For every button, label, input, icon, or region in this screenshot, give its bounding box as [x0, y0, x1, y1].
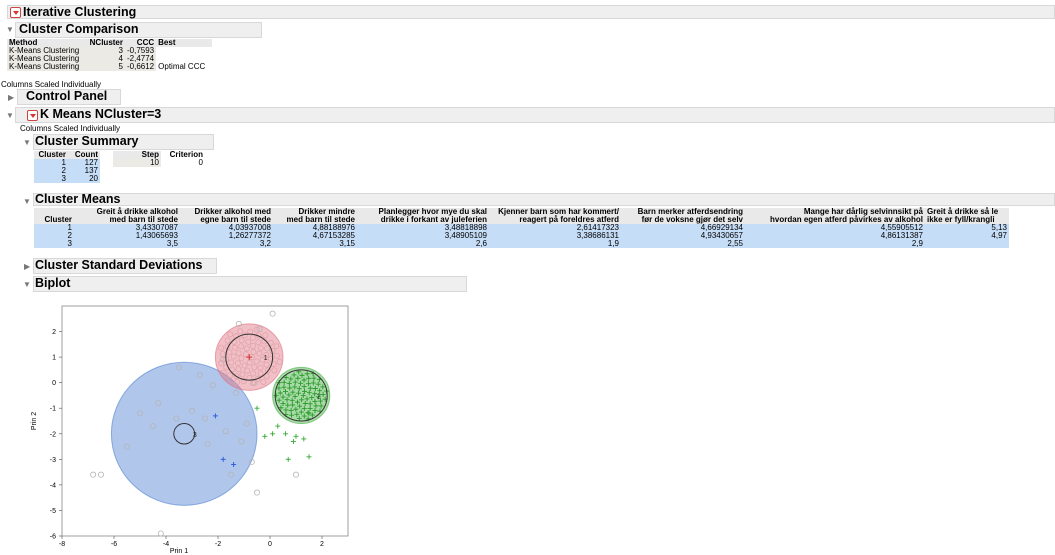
col-cluster: Cluster	[34, 208, 74, 224]
x-tick-label: 0	[268, 541, 272, 548]
x-axis-label: Prin 1	[170, 548, 188, 555]
report-menu-button[interactable]	[10, 7, 21, 18]
cluster-means-title: Cluster Means	[35, 192, 121, 206]
biplot-header[interactable]	[33, 276, 467, 292]
col-header: Barn merker atferdsendring før de voksne …	[621, 208, 745, 224]
cell: 3,38686131	[489, 232, 621, 240]
cell: 4,93430657	[621, 232, 745, 240]
kmeans-title: K Means NCluster=3	[40, 107, 162, 121]
cluster-comparison-title: Cluster Comparison	[19, 22, 139, 36]
x-tick-label: -8	[59, 541, 65, 548]
y-tick-label: 1	[52, 355, 56, 362]
x-tick-label: -4	[163, 541, 169, 548]
cell	[156, 47, 213, 55]
disclosure-open-icon[interactable]: ▼	[23, 280, 31, 289]
cluster-means-table: Cluster Greit å drikke alkohol med barn t…	[34, 208, 1009, 248]
biplot-title: Biplot	[35, 276, 71, 290]
cluster-summary-title: Cluster Summary	[35, 134, 139, 148]
biplot-chart: 123 -8 -6 -4 -2 0 2-6-5-4-3-2-1012 Prin 1 Pri…	[31, 305, 349, 555]
col-header: Greit å drikke så le ikke er fyll/krangli	[925, 208, 1009, 224]
col-header: Planlegger hvor mye du skal drikke i fork…	[357, 208, 489, 224]
cell: 3,15	[273, 240, 357, 248]
x-tick-label: -2	[215, 541, 221, 548]
cell: 0	[198, 158, 203, 167]
cell: 10	[113, 159, 161, 167]
report-header	[7, 5, 1055, 19]
cluster-label: 3	[193, 432, 197, 439]
cluster-means-header[interactable]	[33, 193, 1055, 206]
kmeans-scaled-note: Columns Scaled Individually	[20, 124, 121, 133]
cell: 1,43065693	[74, 232, 180, 240]
disclosure-open-icon[interactable]: ▼	[23, 197, 31, 206]
columns-scaled-note: Columns Scaled Individually	[1, 80, 102, 89]
y-tick-label: -6	[50, 534, 56, 541]
x-tick-label: 2	[320, 541, 324, 548]
cell: 3,2	[180, 240, 273, 248]
cell: 4,97	[925, 232, 1009, 240]
cluster-comparison-table: Method NCluster CCC Best K-Means Cluster…	[7, 39, 213, 71]
cell: -0,6612	[125, 62, 157, 71]
y-tick-label: -2	[50, 431, 56, 438]
cell: 3	[34, 175, 68, 183]
table-row: 2 1,43065693 1,26277372 4,67153285 3,489…	[34, 232, 1009, 240]
col-best: Best	[156, 39, 213, 47]
cell	[925, 240, 1009, 248]
y-tick-label: 0	[52, 380, 56, 387]
cell: 2,6	[357, 240, 489, 248]
col-header: Kjenner barn som har kommert/reagert på …	[489, 208, 621, 224]
table-row: 3 20	[34, 175, 100, 183]
header-line: ikke er fyll/krangli	[927, 215, 995, 224]
cell: K-Means Clustering	[7, 63, 85, 71]
control-panel-title: Control Panel	[26, 89, 108, 103]
col-header: Drikker mindre med barn til stede	[273, 208, 357, 224]
cell: 3	[34, 240, 74, 248]
cell: 5	[85, 63, 125, 71]
disclosure-open-icon[interactable]: ▼	[6, 111, 14, 120]
y-tick-label: -1	[50, 406, 56, 413]
disclosure-open-icon[interactable]: ▼	[23, 138, 31, 147]
cluster-std-title: Cluster Standard Deviations	[35, 258, 203, 272]
y-tick-label: -5	[50, 508, 56, 515]
table-row: 1 3,43307087 4,03937008 4,88188976 3,488…	[34, 224, 1009, 232]
table-row: 3 3,5 3,2 3,15 2,6 1,9 2,55 2,9	[34, 240, 1009, 248]
y-tick-label: 2	[52, 329, 56, 336]
cell: 3,5	[74, 240, 180, 248]
y-tick-label: -3	[50, 457, 56, 464]
y-tick-label: -4	[50, 482, 56, 489]
col-header: Drikker alkohol med egne barn til stede	[180, 208, 273, 224]
col-header: Greit å drikke alkohol med barn til stede	[74, 208, 180, 224]
kmeans-header	[15, 107, 1055, 123]
col-header: Mange har dårlig selvinnsikt på hvordan e…	[745, 208, 925, 224]
disclosure-closed-icon[interactable]: ▶	[8, 93, 14, 102]
table-row: 10 0	[113, 159, 205, 167]
cell: 4,86131387	[745, 232, 925, 240]
disclosure-open-icon[interactable]: ▼	[6, 25, 14, 34]
report-title: Iterative Clustering	[23, 5, 137, 19]
kmeans-menu-button[interactable]	[27, 110, 38, 121]
cell: 20	[68, 175, 100, 183]
table-row: K-Means Clustering 5 -0,6612 Optimal CCC	[7, 62, 213, 71]
disclosure-closed-icon[interactable]: ▶	[24, 262, 30, 271]
cell: 2,9	[745, 240, 925, 248]
cell: 1,9	[489, 240, 621, 248]
step-table: Step Criterion 10 0	[113, 151, 205, 167]
cluster-label: 2	[317, 393, 321, 400]
cluster-summary-table: Cluster Count 1 127 2 137 3 20	[34, 151, 100, 183]
cell: 3,48905109	[357, 232, 489, 240]
y-axis-label: Prin 2	[31, 412, 38, 430]
cell: 2,55	[621, 240, 745, 248]
cell: Optimal CCC	[156, 63, 213, 71]
x-tick-label: -6	[111, 541, 117, 548]
cluster-label: 1	[264, 355, 268, 362]
